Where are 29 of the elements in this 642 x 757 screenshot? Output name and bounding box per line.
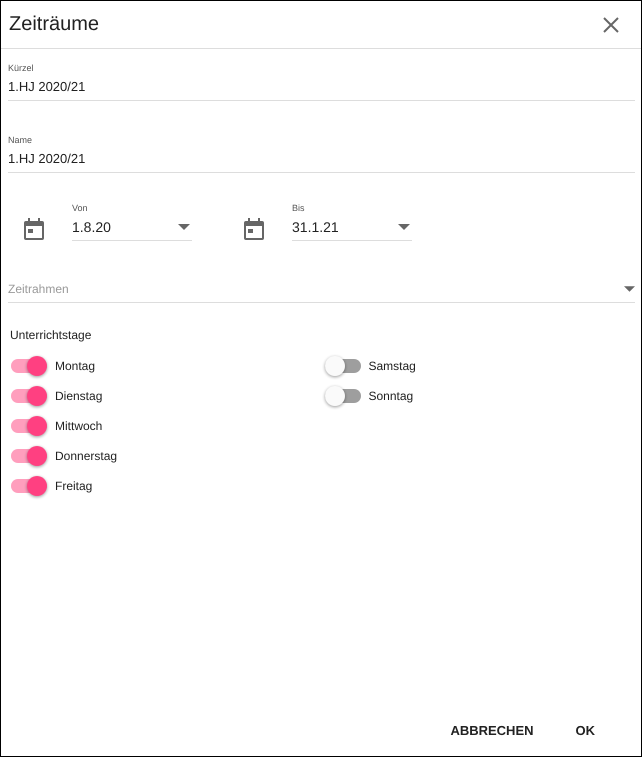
toggle-switch[interactable] <box>324 386 360 406</box>
toggle-switch[interactable] <box>11 446 47 466</box>
toggle-label: Samstag <box>368 359 416 373</box>
toggle-label: Dienstag <box>55 389 102 403</box>
calendar-icon[interactable] <box>24 218 44 240</box>
calendar-icon[interactable] <box>244 218 264 240</box>
dialog-button[interactable]: ABBRECHEN <box>442 717 542 744</box>
toggle-label: Mittwoch <box>55 419 102 433</box>
section-heading: Unterrichtstage <box>10 328 92 342</box>
dialog-button[interactable]: OK <box>568 717 603 744</box>
toggle-switch[interactable] <box>11 476 47 496</box>
toggle-label: Montag <box>55 359 96 373</box>
dropdown-arrow-icon <box>178 224 190 230</box>
dropdown-arrow-icon <box>398 224 410 230</box>
toggle-switch[interactable] <box>11 386 47 406</box>
toggle-label: Donnerstag <box>55 449 118 463</box>
close-button[interactable] <box>603 16 619 32</box>
dropdown-arrow-icon <box>624 286 635 292</box>
toggle-switch[interactable] <box>324 356 360 376</box>
toggle-label: Sonntag <box>368 389 414 403</box>
text-field[interactable]: Kürzel 1.HJ 2020/21 <box>8 63 635 101</box>
toggle-label: Freitag <box>55 479 92 493</box>
close-icon <box>603 16 619 32</box>
toggle-switch[interactable] <box>11 356 47 376</box>
dialog-title: Zeiträume <box>9 13 100 36</box>
date-field[interactable]: Von 1.8.20 <box>72 203 192 241</box>
date-field[interactable]: Bis 31.1.21 <box>292 203 412 241</box>
toggle-switch[interactable] <box>11 416 47 436</box>
text-field[interactable]: Name 1.HJ 2020/21 <box>8 135 635 173</box>
